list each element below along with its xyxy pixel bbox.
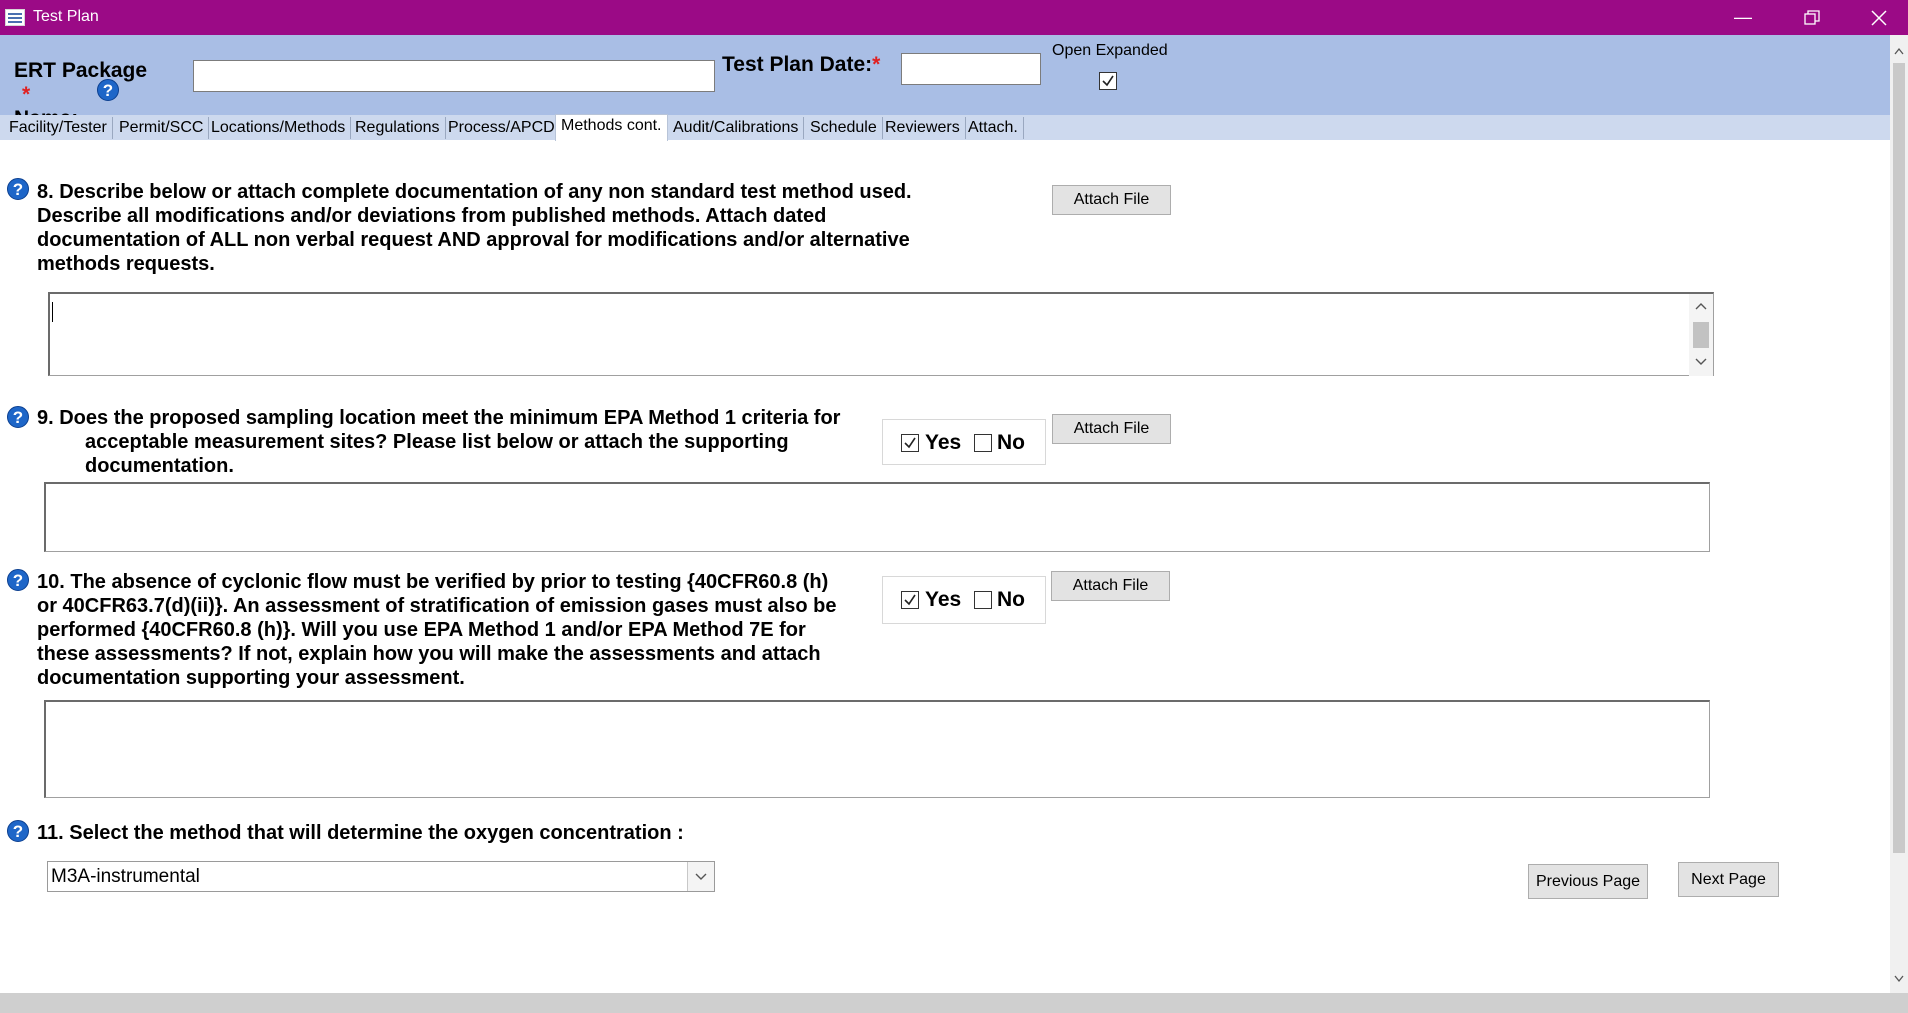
no-label: No	[997, 431, 1025, 454]
tab-audit-calibrations[interactable]: Audit/Calibrations	[668, 117, 805, 139]
help-icon[interactable]: ?	[7, 406, 29, 428]
question-10-line5: documentation supporting your assessment…	[37, 667, 465, 689]
question-8-text: 8. Describe below or attach complete doc…	[37, 180, 1037, 276]
restore-button[interactable]	[1783, 0, 1841, 35]
window-title: Test Plan	[33, 8, 99, 25]
tab-methods-cont[interactable]: Methods cont.	[555, 114, 668, 141]
tab-attach[interactable]: Attach.	[963, 117, 1024, 139]
tab-locations-methods[interactable]: Locations/Methods	[206, 117, 352, 139]
help-icon[interactable]: ?	[7, 820, 29, 842]
text-cursor	[52, 302, 53, 322]
tab-process-apcd[interactable]: Process/APCD	[443, 117, 561, 139]
previous-page-button[interactable]: Previous Page	[1528, 864, 1648, 899]
tab-permit-scc[interactable]: Permit/SCC	[114, 117, 210, 139]
question-10-yes-no-group: Yes No	[882, 576, 1046, 624]
question-10-yes-checkbox[interactable]	[901, 591, 919, 609]
package-label-line1: ERT Package	[14, 59, 148, 82]
tab-facility-tester[interactable]: Facility/Tester	[4, 117, 113, 139]
test-plan-date-label: Test Plan Date:*	[722, 53, 880, 77]
help-icon[interactable]: ?	[97, 79, 119, 101]
check-icon	[904, 594, 916, 606]
title-bar	[0, 0, 1908, 35]
question-10-text: 10. The absence of cyclonic flow must be…	[37, 570, 927, 690]
question-9-answer-textarea[interactable]	[44, 482, 1710, 552]
check-icon	[904, 437, 916, 449]
status-bar	[0, 993, 1908, 1013]
close-button[interactable]	[1850, 0, 1908, 35]
question-9-line2: acceptable measurement sites? Please lis…	[85, 431, 789, 453]
scroll-down-icon[interactable]	[1695, 358, 1707, 366]
vertical-scrollbar[interactable]	[1890, 35, 1908, 995]
question-9-yes-checkbox[interactable]	[901, 434, 919, 452]
form-icon	[5, 9, 25, 26]
question-9-text: 9. Does the proposed sampling location m…	[37, 406, 907, 478]
chevron-down-icon	[695, 873, 707, 880]
question-8-line4: methods requests.	[37, 253, 215, 275]
attach-file-button-q10[interactable]: Attach File	[1051, 571, 1170, 601]
no-label: No	[997, 588, 1025, 611]
scrollbar-thumb[interactable]	[1893, 63, 1905, 853]
minimize-icon: —	[1734, 7, 1752, 27]
scroll-up-icon[interactable]	[1894, 47, 1904, 55]
question-8-line3: documentation of ALL non verbal request …	[37, 229, 910, 251]
next-page-button[interactable]: Next Page	[1678, 862, 1779, 897]
scroll-up-icon[interactable]	[1695, 302, 1707, 310]
required-mark: *	[22, 83, 31, 106]
open-expanded-checkbox[interactable]	[1099, 72, 1117, 90]
oxygen-method-select[interactable]: M3A-instrumental	[47, 861, 715, 892]
check-icon	[1102, 75, 1114, 87]
yes-label: Yes	[925, 431, 962, 454]
oxygen-method-value: M3A-instrumental	[51, 866, 200, 887]
textarea-scrollbar[interactable]	[1689, 294, 1713, 376]
help-icon[interactable]: ?	[7, 178, 29, 200]
attach-file-button-q8[interactable]: Attach File	[1052, 185, 1171, 215]
scrollbar-thumb[interactable]	[1693, 322, 1709, 348]
required-mark: *	[872, 53, 881, 76]
restore-icon	[1804, 10, 1820, 25]
question-10-line3: performed {40CFR60.8 (h)}. Will you use …	[37, 619, 806, 641]
question-9-no-checkbox[interactable]	[974, 434, 992, 452]
tab-schedule[interactable]: Schedule	[805, 117, 883, 139]
question-11-text: 11. Select the method that will determin…	[37, 822, 684, 844]
package-name-input[interactable]	[193, 60, 715, 92]
question-8-answer-textarea[interactable]	[48, 292, 1714, 376]
dropdown-button[interactable]	[687, 862, 714, 891]
minimize-button[interactable]: —	[1714, 0, 1772, 35]
tab-reviewers[interactable]: Reviewers	[880, 117, 966, 139]
question-10-no-checkbox[interactable]	[974, 591, 992, 609]
yes-label: Yes	[925, 588, 962, 611]
question-9-line1: 9. Does the proposed sampling location m…	[37, 407, 841, 429]
close-icon	[1871, 10, 1887, 26]
test-plan-date-input[interactable]	[901, 53, 1041, 85]
question-9-line3: documentation.	[85, 455, 234, 477]
tab-regulations[interactable]: Regulations	[350, 117, 446, 139]
question-10-line1: 10. The absence of cyclonic flow must be…	[37, 571, 829, 593]
attach-file-button-q9[interactable]: Attach File	[1052, 414, 1171, 444]
help-icon[interactable]: ?	[7, 569, 29, 591]
question-8-line1: 8. Describe below or attach complete doc…	[37, 181, 912, 203]
question-10-answer-textarea[interactable]	[44, 700, 1710, 798]
question-8-line2: Describe all modifications and/or deviat…	[37, 205, 827, 227]
open-expanded-label: Open Expanded	[1052, 42, 1168, 59]
scroll-down-icon[interactable]	[1894, 975, 1904, 983]
question-9-yes-no-group: Yes No	[882, 419, 1046, 465]
date-label-text: Test Plan Date:	[722, 53, 873, 76]
question-10-line2: or 40CFR63.7(d)(ii)}. An assessment of s…	[37, 595, 837, 617]
question-10-line4: these assessments? If not, explain how y…	[37, 643, 821, 665]
